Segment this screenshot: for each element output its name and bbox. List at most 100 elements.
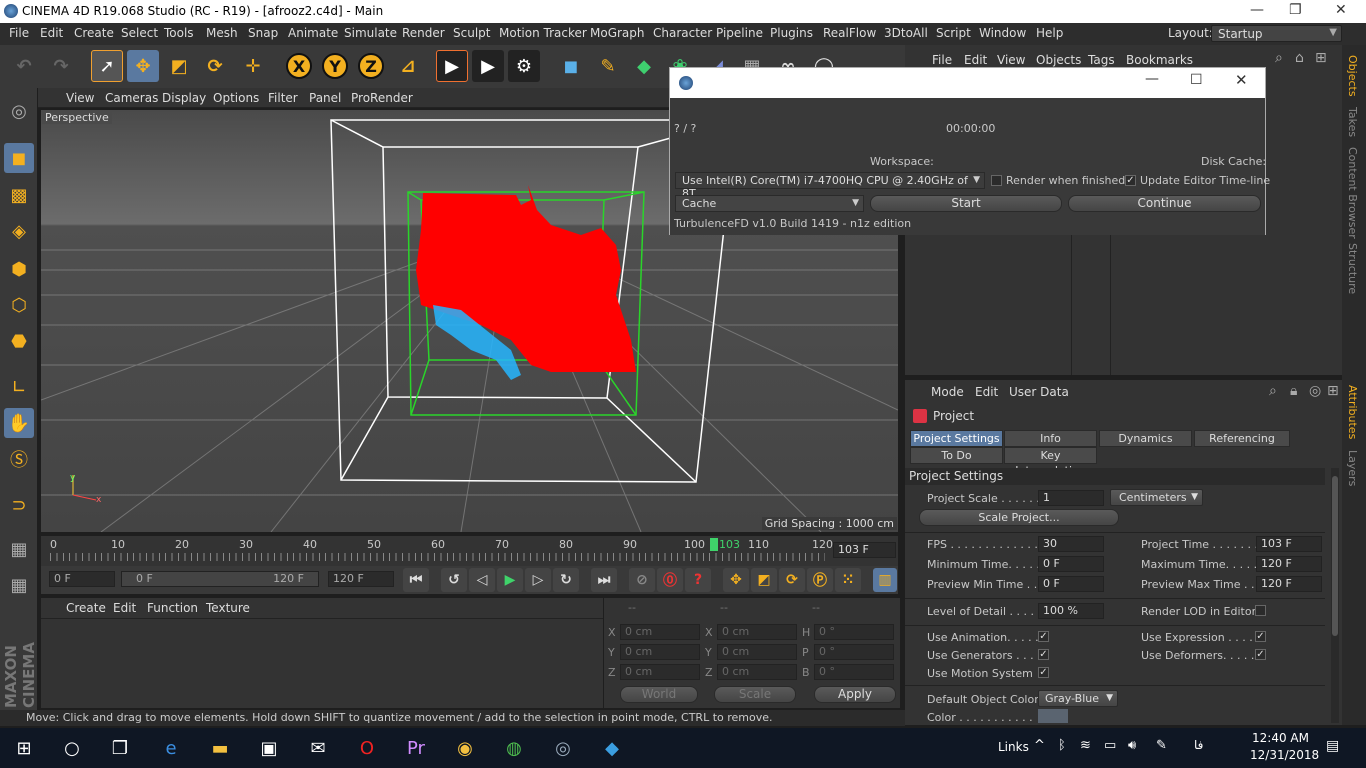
menu-script[interactable]: Script — [936, 26, 971, 40]
dialog-maximize-icon[interactable]: ☐ — [1190, 72, 1203, 88]
axis-mode-icon[interactable]: ∟ — [4, 372, 34, 402]
edges-mode-icon[interactable]: ⬡ — [4, 290, 34, 320]
scale-project-button[interactable]: Scale Project... — [919, 509, 1119, 526]
update-editor-checkbox[interactable]: ✓ — [1125, 175, 1136, 186]
premiere-icon[interactable]: Pr — [402, 734, 430, 762]
tab-info[interactable]: Info — [1004, 430, 1097, 447]
realflow-icon[interactable]: ◆ — [598, 734, 626, 762]
network-app-icon[interactable]: ◍ — [500, 734, 528, 762]
fps-field[interactable]: 30 — [1038, 536, 1104, 552]
end-frame-field[interactable]: 120 F — [328, 571, 394, 587]
use-animation-checkbox[interactable]: ✓ — [1038, 631, 1049, 642]
coord-p-field[interactable]: 0 ° — [814, 644, 894, 660]
side-tab-structure[interactable]: Structure — [1346, 243, 1359, 294]
project-scale-field[interactable]: 1 — [1038, 490, 1104, 506]
menu-create[interactable]: Create — [74, 26, 114, 40]
preview-max-field[interactable]: 120 F — [1256, 576, 1322, 592]
menu-simulate[interactable]: Simulate — [344, 26, 397, 40]
menu-help[interactable]: Help — [1036, 26, 1063, 40]
model-mode-icon[interactable]: ◼ — [4, 143, 34, 173]
use-motion-checkbox[interactable]: ✓ — [1038, 667, 1049, 678]
tab-dynamics[interactable]: Dynamics — [1099, 430, 1192, 447]
menu-snap[interactable]: Snap — [248, 26, 278, 40]
objects-menu-objects[interactable]: Objects — [1036, 53, 1081, 67]
menu-3dtoall[interactable]: 3DtoAll — [884, 26, 928, 40]
point-level-key-icon[interactable]: ⁙ — [835, 568, 861, 592]
autokey-icon[interactable]: ⓪ — [657, 568, 683, 592]
viewport-menu-filter[interactable]: Filter — [268, 91, 298, 105]
attr-menu-user-data[interactable]: User Data — [1009, 385, 1069, 399]
close-icon[interactable]: ✕ — [1335, 2, 1347, 18]
previous-frame-icon[interactable]: ◁ — [469, 568, 495, 592]
pen-icon[interactable]: ✎ — [1156, 738, 1167, 753]
links-toolbar[interactable]: Links — [998, 740, 1029, 754]
windows-start-icon[interactable]: ⊞ — [10, 734, 38, 762]
menu-window[interactable]: Window — [979, 26, 1026, 40]
scale-key-icon[interactable]: ◩ — [751, 568, 777, 592]
side-tab-layers[interactable]: Layers — [1346, 450, 1359, 486]
lock-icon[interactable]: 🔒︎ — [1290, 383, 1297, 399]
position-key-icon[interactable]: ✥ — [723, 568, 749, 592]
task-view-icon[interactable]: ❐ — [106, 734, 134, 762]
color-swatch[interactable] — [1038, 709, 1068, 723]
search-icon[interactable]: ⌕ — [1269, 383, 1277, 399]
language-indicator[interactable]: فا — [1194, 738, 1203, 752]
chrome-icon[interactable]: ◉ — [451, 734, 479, 762]
coord-py-field[interactable]: 0 cm — [620, 644, 700, 660]
cube-object-icon[interactable]: ◼ — [555, 50, 587, 82]
side-tab-content-browser[interactable]: Content Browser — [1346, 147, 1359, 239]
start-frame-field[interactable]: 0 F — [49, 571, 115, 587]
menu-sculpt[interactable]: Sculpt — [453, 26, 490, 40]
parameter-key-icon[interactable]: Ⓟ — [807, 568, 833, 592]
notifications-icon[interactable]: ▤ — [1326, 738, 1339, 754]
render-lod-checkbox[interactable] — [1255, 605, 1266, 616]
opera-icon[interactable]: O — [353, 734, 381, 762]
menu-realflow[interactable]: RealFlow — [823, 26, 876, 40]
max-time-field[interactable]: 120 F — [1256, 556, 1322, 572]
workplane-icon[interactable]: ◈ — [4, 216, 34, 246]
restore-icon[interactable]: ❐ — [1289, 2, 1302, 18]
preview-min-field[interactable]: 0 F — [1038, 576, 1104, 592]
timeline-ruler[interactable]: 0 10 20 30 40 50 60 70 80 90 100 103 110… — [41, 536, 898, 566]
settings-icon[interactable]: ◎ — [1309, 383, 1321, 399]
scale-dropdown[interactable]: Scale — [714, 686, 796, 703]
home-icon[interactable]: ⌂ — [1295, 50, 1304, 66]
side-tab-objects[interactable]: Objects — [1346, 55, 1359, 97]
points-mode-icon[interactable]: ⬢ — [4, 254, 34, 284]
snap-icon[interactable]: ⊃ — [4, 490, 34, 520]
polygons-mode-icon[interactable]: ⬣ — [4, 326, 34, 356]
dialog-minimize-icon[interactable]: — — [1145, 71, 1159, 87]
menu-mesh[interactable]: Mesh — [206, 26, 238, 40]
go-to-start-icon[interactable]: ⏮ — [403, 568, 429, 592]
select-tool-icon[interactable]: ➚ — [91, 50, 123, 82]
menu-tools[interactable]: Tools — [164, 26, 194, 40]
scale-tool-icon[interactable]: ◩ — [163, 50, 195, 82]
undo-icon[interactable]: ↶ — [8, 50, 40, 82]
start-button[interactable]: Start — [870, 195, 1062, 212]
use-deformers-checkbox[interactable]: ✓ — [1255, 649, 1266, 660]
tab-referencing[interactable]: Referencing — [1194, 430, 1290, 447]
tab-key-interpolation[interactable]: Key Interpolation — [1004, 447, 1097, 477]
viewport-menu-display[interactable]: Display — [162, 91, 206, 105]
menu-character[interactable]: Character — [653, 26, 712, 40]
go-to-end-icon[interactable]: ⏭ — [591, 568, 617, 592]
redo-icon[interactable]: ↷ — [45, 50, 77, 82]
record-keys-icon[interactable]: ⊘ — [629, 568, 655, 592]
cinema4d-taskbar-icon[interactable]: ◎ — [549, 734, 577, 762]
tweak-mode-icon[interactable]: ✋ — [4, 408, 34, 438]
default-color-dropdown[interactable]: Gray-Blue ▼ — [1038, 690, 1118, 707]
bluetooth-icon[interactable]: ᛒ — [1058, 738, 1066, 753]
search-icon[interactable]: ○ — [58, 734, 86, 762]
coord-px-field[interactable]: 0 cm — [620, 624, 700, 640]
expand-icon[interactable]: ⊞ — [1315, 50, 1327, 66]
solo-mode-icon[interactable]: Ⓢ — [4, 444, 34, 474]
pen-spline-icon[interactable]: ✎ — [592, 50, 624, 82]
world-dropdown[interactable]: World — [620, 686, 698, 703]
preview-range-slider[interactable]: 0 F 120 F — [121, 571, 319, 587]
use-expression-checkbox[interactable]: ✓ — [1255, 631, 1266, 642]
objects-menu-tags[interactable]: Tags — [1088, 53, 1115, 67]
render-view-icon[interactable]: ▶ — [436, 50, 468, 82]
expand-icon[interactable]: ⊞ — [1327, 383, 1339, 399]
coord-sx-field[interactable]: 0 cm — [717, 624, 797, 640]
play-icon[interactable]: ▶ — [497, 568, 523, 592]
